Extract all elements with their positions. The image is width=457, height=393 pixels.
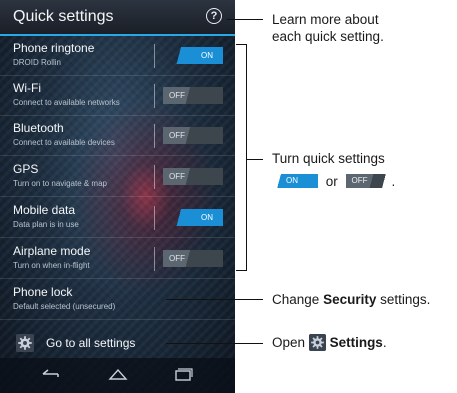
setting-label: Wi-Fi	[13, 81, 41, 95]
setting-label: Airplane mode	[13, 244, 91, 258]
callout-text: Learn more about	[272, 12, 379, 27]
callout-open-settings: Open Settings.	[272, 333, 387, 352]
divider	[154, 124, 155, 148]
callout-turn-settings: Turn quick settings ON or OFF.	[272, 150, 395, 190]
setting-label: Mobile data	[13, 203, 76, 217]
divider	[154, 247, 155, 271]
page-title: Quick settings	[13, 8, 114, 25]
setting-sub: Connect to available networks	[13, 98, 120, 107]
setting-sub: DROID Rollin	[13, 58, 62, 67]
toggle-state: ON	[201, 51, 213, 60]
navigation-bar	[0, 358, 235, 393]
divider	[154, 165, 155, 189]
gear-icon	[16, 334, 34, 352]
recent-apps-icon[interactable]	[172, 366, 194, 382]
callout-text: .	[382, 335, 387, 350]
go-to-all-settings-label: Go to all settings	[46, 336, 136, 350]
setting-sub: Turn on when in-flight	[13, 261, 90, 270]
toggle-state: OFF	[169, 254, 185, 263]
toggle-switch[interactable]: OFF	[163, 168, 223, 185]
toggle-switch[interactable]: ON	[163, 209, 223, 226]
setting-sub: Turn on to navigate & map	[13, 179, 107, 188]
toggle-state: ON	[201, 213, 213, 222]
phone-lock-sub: Default selected (unsecured)	[13, 302, 116, 311]
setting-sub: Data plan is in use	[13, 220, 79, 229]
toggle-switch[interactable]: OFF	[163, 250, 223, 267]
phone-lock-row[interactable]: Phone lock Default selected (unsecured)	[0, 280, 235, 320]
callout-text: or	[325, 174, 338, 189]
setting-row-mobile-data[interactable]: Mobile data Data plan is in use ON	[0, 198, 235, 238]
callout-learn-more: Learn more about each quick setting.	[272, 11, 384, 45]
toggle-state: OFF	[169, 172, 185, 181]
setting-sub: Connect to available devices	[13, 138, 115, 147]
back-icon[interactable]	[40, 366, 62, 382]
setting-label: GPS	[13, 162, 39, 176]
bracket-toggles	[236, 44, 247, 271]
toggle-switch[interactable]: OFF	[163, 87, 223, 104]
phone-screen: Quick settings ? Phone ringtone DROID Ro…	[0, 0, 235, 393]
callout-line-help	[227, 19, 263, 20]
setting-row-wifi[interactable]: Wi-Fi Connect to available networks OFF	[0, 76, 235, 116]
divider	[154, 84, 155, 108]
phone-lock-label: Phone lock	[13, 285, 73, 299]
setting-row-bluetooth[interactable]: Bluetooth Connect to available devices O…	[0, 116, 235, 156]
help-icon[interactable]: ?	[206, 8, 222, 24]
toggle-switch[interactable]: OFF	[163, 127, 223, 144]
setting-label: Bluetooth	[13, 121, 64, 135]
callout-text: .	[391, 174, 396, 189]
toggle-switch[interactable]: ON	[163, 47, 223, 64]
callout-line-security	[166, 299, 263, 300]
chip-text: ON	[286, 176, 298, 186]
divider	[154, 206, 155, 230]
setting-row-phone-ringtone[interactable]: Phone ringtone DROID Rollin ON	[0, 36, 235, 76]
callout-text: Open	[272, 335, 306, 350]
toggle-state: OFF	[169, 91, 185, 100]
quick-settings-header: Quick settings ?	[0, 0, 235, 36]
go-to-all-settings-row[interactable]: Go to all settings	[0, 322, 235, 362]
off-chip: OFF	[345, 174, 392, 189]
home-icon[interactable]	[107, 366, 129, 382]
callout-bold-text: Settings	[329, 335, 383, 350]
callout-text: settings.	[380, 292, 431, 307]
setting-label: Phone ringtone	[13, 41, 95, 55]
divider	[154, 44, 155, 68]
callout-line-toggles	[246, 159, 263, 160]
callout-text: each quick setting.	[272, 29, 384, 44]
callout-line-settings	[166, 343, 263, 344]
setting-row-airplane-mode[interactable]: Airplane mode Turn on when in-flight OFF	[0, 239, 235, 279]
callout-bold-text: Security	[323, 292, 377, 307]
on-chip: ON	[272, 174, 318, 189]
callout-text: Change	[272, 292, 320, 307]
gear-icon	[308, 333, 326, 351]
chip-text: OFF	[351, 176, 368, 186]
callout-security: Change Security settings.	[272, 291, 430, 308]
callout-text: Turn quick settings	[272, 151, 385, 166]
setting-row-gps[interactable]: GPS Turn on to navigate & map OFF	[0, 157, 235, 197]
toggle-state: OFF	[169, 131, 185, 140]
